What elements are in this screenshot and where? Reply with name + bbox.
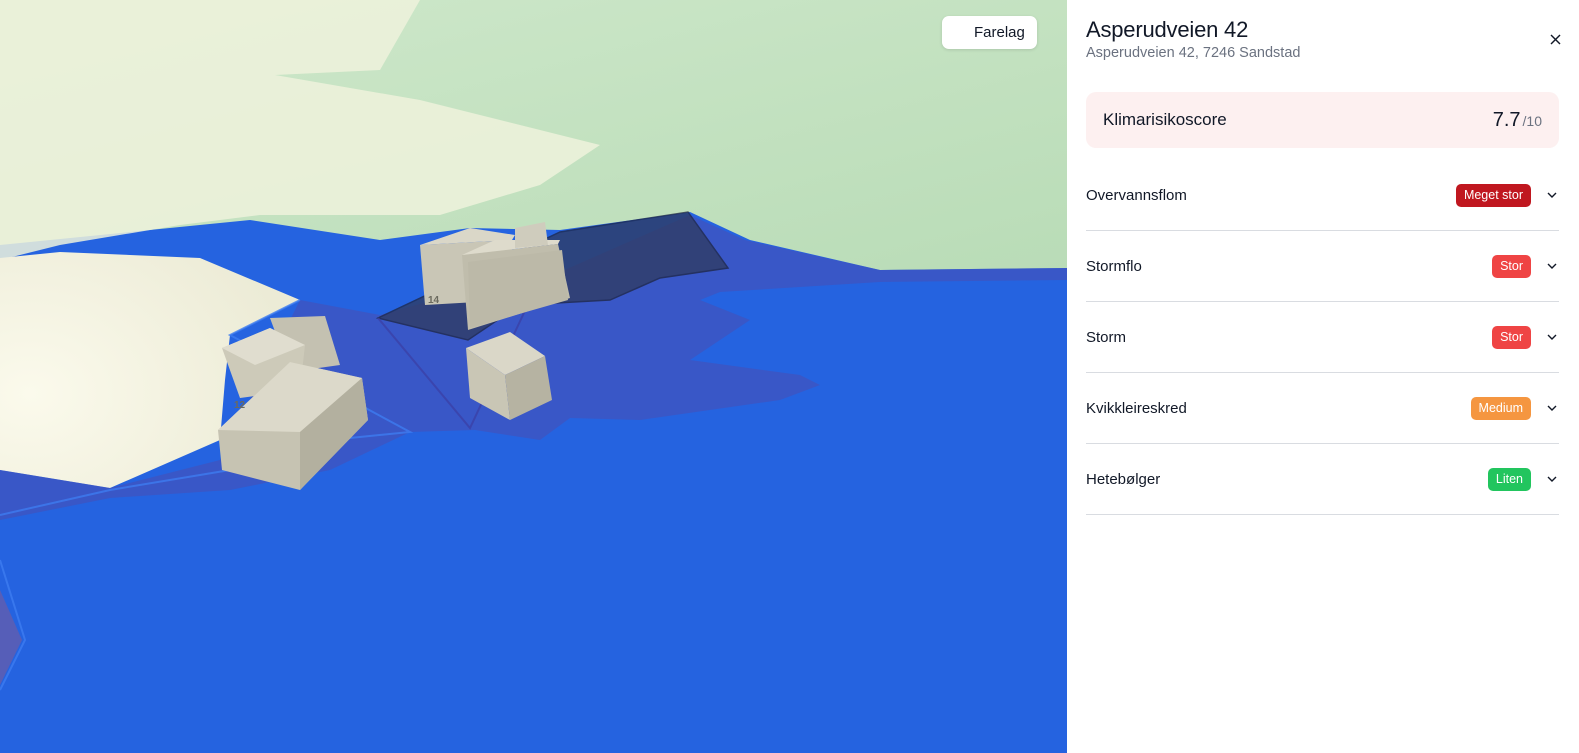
risk-row-storm[interactable]: Storm Stor bbox=[1086, 302, 1559, 373]
layers-button[interactable]: Farelag bbox=[942, 16, 1037, 49]
risk-row-hetebolger[interactable]: Hetebølger Liten bbox=[1086, 444, 1559, 515]
chevron-down-icon[interactable] bbox=[1545, 401, 1559, 415]
risk-name: Overvannsflom bbox=[1086, 186, 1187, 204]
sliders-icon bbox=[953, 26, 967, 40]
property-title: Asperudveien 42 bbox=[1086, 17, 1249, 42]
map-canvas[interactable]: 14 12 bbox=[0, 0, 1067, 753]
risk-row-stormflo[interactable]: Stormflo Stor bbox=[1086, 231, 1559, 302]
chevron-down-icon[interactable] bbox=[1545, 472, 1559, 486]
map-view[interactable]: 14 12 Farelag bbox=[0, 0, 1067, 753]
risk-level-badge: Meget stor bbox=[1455, 183, 1531, 207]
chevron-down-icon[interactable] bbox=[1545, 330, 1559, 344]
risk-level-badge: Stor bbox=[1492, 325, 1531, 349]
risk-list: Overvannsflom Meget stor Stormflo Stor S… bbox=[1086, 160, 1559, 515]
score-value: 7.7 bbox=[1492, 108, 1521, 131]
climate-risk-score-card: Klimarisikoscore 7.7 /10 bbox=[1086, 92, 1559, 148]
property-address: Asperudveien 42, 7246 Sandstad bbox=[1086, 45, 1301, 61]
score-max: /10 bbox=[1522, 112, 1542, 129]
close-button[interactable] bbox=[1545, 30, 1565, 50]
risk-name: Kvikkleireskred bbox=[1086, 399, 1187, 417]
property-panel: Asperudveien 42 Asperudveien 42, 7246 Sa… bbox=[1067, 0, 1579, 753]
chevron-down-icon[interactable] bbox=[1545, 188, 1559, 202]
risk-name: Stormflo bbox=[1086, 257, 1142, 275]
risk-level-badge: Stor bbox=[1492, 254, 1531, 278]
close-icon bbox=[1550, 33, 1561, 48]
lot-label-12: 12 bbox=[234, 400, 246, 411]
lot-label-14: 14 bbox=[428, 295, 440, 306]
score-label: Klimarisikoscore bbox=[1103, 110, 1227, 129]
risk-level-badge: Liten bbox=[1487, 467, 1531, 491]
risk-level-badge: Medium bbox=[1470, 396, 1531, 420]
score-value-group: 7.7 /10 bbox=[1493, 109, 1542, 132]
risk-row-kvikkleireskred[interactable]: Kvikkleireskred Medium bbox=[1086, 373, 1559, 444]
risk-name: Storm bbox=[1086, 328, 1127, 346]
risk-name: Hetebølger bbox=[1086, 470, 1161, 488]
risk-row-overvannsflom[interactable]: Overvannsflom Meget stor bbox=[1086, 160, 1559, 231]
chevron-down-icon[interactable] bbox=[1545, 259, 1559, 273]
